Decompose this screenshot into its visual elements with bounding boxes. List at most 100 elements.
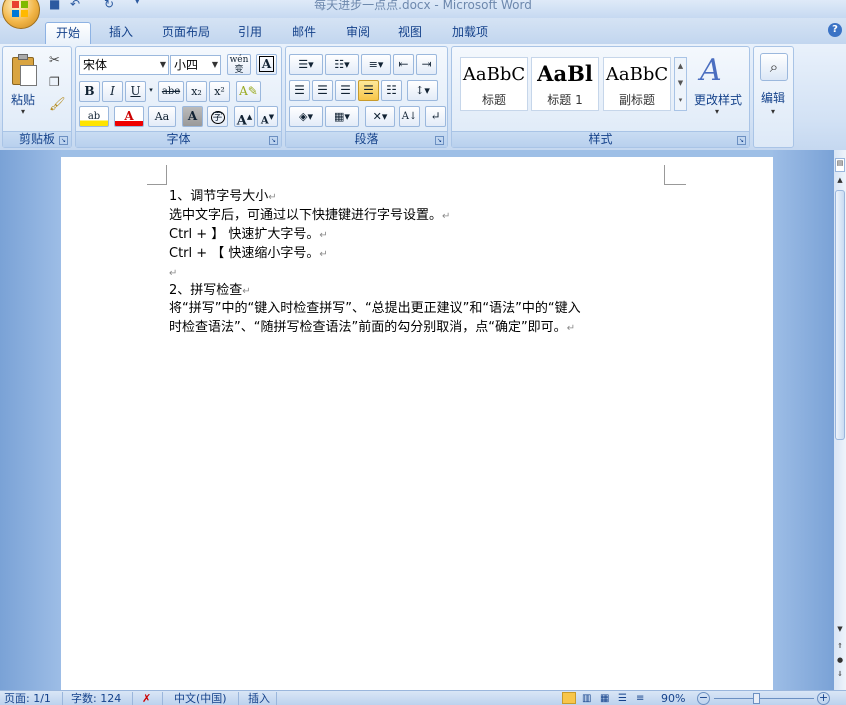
justify-button[interactable]: ☰ [358,80,379,101]
styles-launcher-icon[interactable]: ↘ [737,136,746,145]
phonetic-guide-button[interactable]: wén 变 [227,54,251,75]
multilevel-list-button[interactable]: ≡▾ [361,54,391,75]
paste-icon[interactable] [9,53,39,87]
change-styles-icon[interactable]: A [700,53,722,88]
web-layout-icon[interactable]: ▦ [600,692,609,705]
align-center-button[interactable]: ☰ [312,80,333,101]
doc-line-1[interactable]: 1、调节字号大小↵ [169,187,689,207]
help-icon[interactable]: ? [828,23,842,37]
zoom-out-icon[interactable]: − [697,692,710,705]
underline-dropdown-icon[interactable]: ▾ [147,81,155,102]
decrease-indent-button[interactable]: ⇤ [393,54,414,75]
vertical-scrollbar[interactable]: ▤ ▲ ▼ ⇑ ● ⇓ [834,150,846,690]
save-icon[interactable]: ■ [49,0,60,11]
paste-button-label[interactable]: 粘贴 [11,91,35,108]
highlight-button[interactable]: ab [79,106,109,127]
strikethrough-button[interactable]: abe [158,81,184,102]
font-color-button[interactable]: A [114,106,144,127]
document-page[interactable]: 1、调节字号大小↵ 选中文字后，可通过以下快捷键进行字号设置。↵ Ctrl + … [61,157,773,690]
undo-icon[interactable]: ↶ [70,0,80,11]
editing-dropdown-icon[interactable]: ▾ [771,107,775,116]
doc-line-6[interactable]: 2、拼写检查↵ [169,281,689,301]
copy-icon[interactable]: ❐ [49,75,60,89]
increase-indent-button[interactable]: ⇥ [416,54,437,75]
enclose-char-button[interactable]: 字 [207,106,228,127]
styles-scroller[interactable]: ▲ ▼ ▾ [674,57,687,111]
editing-label[interactable]: 编辑 [761,89,785,106]
numbering-button[interactable]: ☷▾ [325,54,359,75]
borders-button[interactable]: ▦▾ [325,106,359,127]
tab-mailings[interactable]: 邮件 [281,22,327,45]
font-size-combo[interactable]: 小四 ▼ [170,55,221,75]
change-styles-dropdown-icon[interactable]: ▾ [715,107,719,116]
char-border-button[interactable]: A [256,54,277,75]
tab-page-layout[interactable]: 页面布局 [155,22,217,45]
style-heading-1[interactable]: AaBl 标题 1 [531,57,599,111]
clear-formatting-icon[interactable]: A✎ [236,81,261,102]
tab-references[interactable]: 引用 [227,22,273,45]
chinese-layout-button[interactable]: ✕▾ [365,106,395,127]
scroll-up-icon[interactable]: ▲ [835,176,845,186]
shrink-font-button[interactable]: A▼ [257,106,278,127]
cut-icon[interactable]: ✂ [49,53,60,68]
insert-mode[interactable]: 插入 [248,692,270,705]
format-painter-icon[interactable]: 🖌 [49,97,66,112]
zoom-in-icon[interactable]: + [817,692,830,705]
zoom-level[interactable]: 90% [661,692,685,705]
page-count[interactable]: 页面: 1/1 [4,692,51,705]
align-left-button[interactable]: ☰ [289,80,310,101]
next-page-icon[interactable]: ⇓ [835,670,845,680]
subscript-button[interactable]: x₂ [186,81,207,102]
bold-button[interactable]: B [79,81,100,102]
italic-button[interactable]: I [102,81,123,102]
doc-line-8[interactable]: 时检查语法”、“随拼写检查语法”前面的勾分别取消，点“确定”即可。↵ [169,318,689,338]
paste-dropdown-icon[interactable]: ▾ [21,107,25,116]
font-launcher-icon[interactable]: ↘ [269,136,278,145]
doc-line-4[interactable]: Ctrl + 【 快速缩小字号。↵ [169,244,689,264]
doc-line-2[interactable]: 选中文字后，可通过以下快捷键进行字号设置。↵ [169,206,689,226]
language-indicator[interactable]: 中文(中国) [174,692,227,705]
scroll-thumb[interactable] [835,190,845,440]
style-title[interactable]: AaBbC 标题 [460,57,528,111]
char-shading-button[interactable]: A [182,106,203,127]
tab-home[interactable]: 开始 [45,22,91,46]
font-name-combo[interactable]: 宋体 ▼ [79,55,169,75]
doc-line-5[interactable]: ↵ [169,263,689,283]
outline-icon[interactable]: ☰ [618,692,627,705]
bullets-button[interactable]: ☰▾ [289,54,323,75]
browse-object-icon[interactable]: ● [835,656,845,666]
change-styles-label[interactable]: 更改样式 [694,91,742,108]
word-count[interactable]: 字数: 124 [71,692,121,705]
ruler-toggle-icon[interactable]: ▤ [835,158,845,172]
superscript-button[interactable]: x² [209,81,230,102]
distributed-button[interactable]: ☷ [381,80,402,101]
line-spacing-button[interactable]: ↕▾ [407,80,438,101]
underline-button[interactable]: U [125,81,146,102]
shading-button[interactable]: ◈▾ [289,106,323,127]
proofing-icon[interactable]: ✗ [142,692,151,705]
scroll-down-icon[interactable]: ▼ [835,625,845,635]
zoom-slider-track[interactable] [714,698,814,699]
full-screen-reading-icon[interactable]: ▥ [582,692,591,705]
customize-qat-icon[interactable]: ▾ [135,0,140,11]
print-layout-icon[interactable] [562,692,576,704]
paragraph-launcher-icon[interactable]: ↘ [435,136,444,145]
grow-font-button[interactable]: A▲ [234,106,255,128]
show-marks-button[interactable]: ↵ [425,106,446,127]
tab-add-ins[interactable]: 加载项 [440,22,500,45]
draft-icon[interactable]: ≡ [636,692,644,705]
tab-review[interactable]: 审阅 [335,22,381,45]
doc-line-7[interactable]: 将“拼写”中的“键入时检查拼写”、“总提出更正建议”和“语法”中的“键入 [169,299,689,318]
binoculars-icon[interactable]: ⌕ [760,53,788,81]
prev-page-icon[interactable]: ⇑ [835,642,845,652]
clipboard-launcher-icon[interactable]: ↘ [59,136,68,145]
tab-insert[interactable]: 插入 [98,22,144,45]
sort-button[interactable]: A↓ [399,106,420,127]
doc-line-3[interactable]: Ctrl + 】 快速扩大字号。↵ [169,225,689,245]
redo-icon[interactable]: ↻ [104,0,114,11]
tab-view[interactable]: 视图 [387,22,433,45]
style-subtitle[interactable]: AaBbC 副标题 [603,57,671,111]
change-case-button[interactable]: Aa [148,106,176,127]
align-right-button[interactable]: ☰ [335,80,356,101]
zoom-slider-thumb[interactable] [753,693,760,704]
